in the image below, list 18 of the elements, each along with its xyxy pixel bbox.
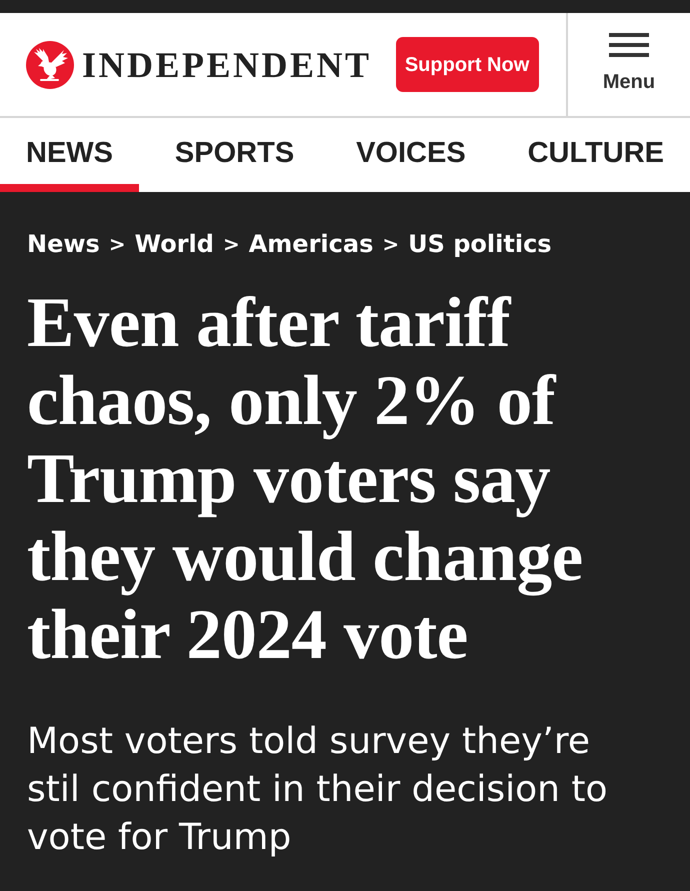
breadcrumb-separator: > (222, 231, 240, 258)
breadcrumb-link[interactable]: US politics (408, 228, 552, 260)
breadcrumb-separator: > (382, 231, 400, 258)
section-tab[interactable]: VOICES (330, 118, 492, 192)
article-standfirst: Most voters told survey they’re stil confident in their decision to vote for Trump (27, 720, 609, 860)
bird-logo-icon (26, 40, 74, 88)
breadcrumb-link[interactable]: Americas (248, 228, 374, 260)
section-tab[interactable]: SPORTS (148, 118, 320, 192)
breadcrumb-separator: > (108, 231, 126, 258)
section-tab[interactable]: NEWS (0, 118, 139, 192)
support-now-button[interactable]: Support Now (396, 37, 539, 92)
breadcrumb-link[interactable]: World (134, 228, 214, 260)
logo-wordmark[interactable]: INDEPENDENT (82, 46, 372, 82)
menu-button[interactable]: Menu (566, 13, 690, 116)
section-tab[interactable]: CULTURE (502, 118, 690, 192)
article-headline: Even after tariff chaos, only 2% of Trump voters say they would change their 2024 vote (27, 284, 584, 674)
breadcrumb-link[interactable]: News (27, 228, 100, 260)
menu-icon (609, 32, 649, 56)
